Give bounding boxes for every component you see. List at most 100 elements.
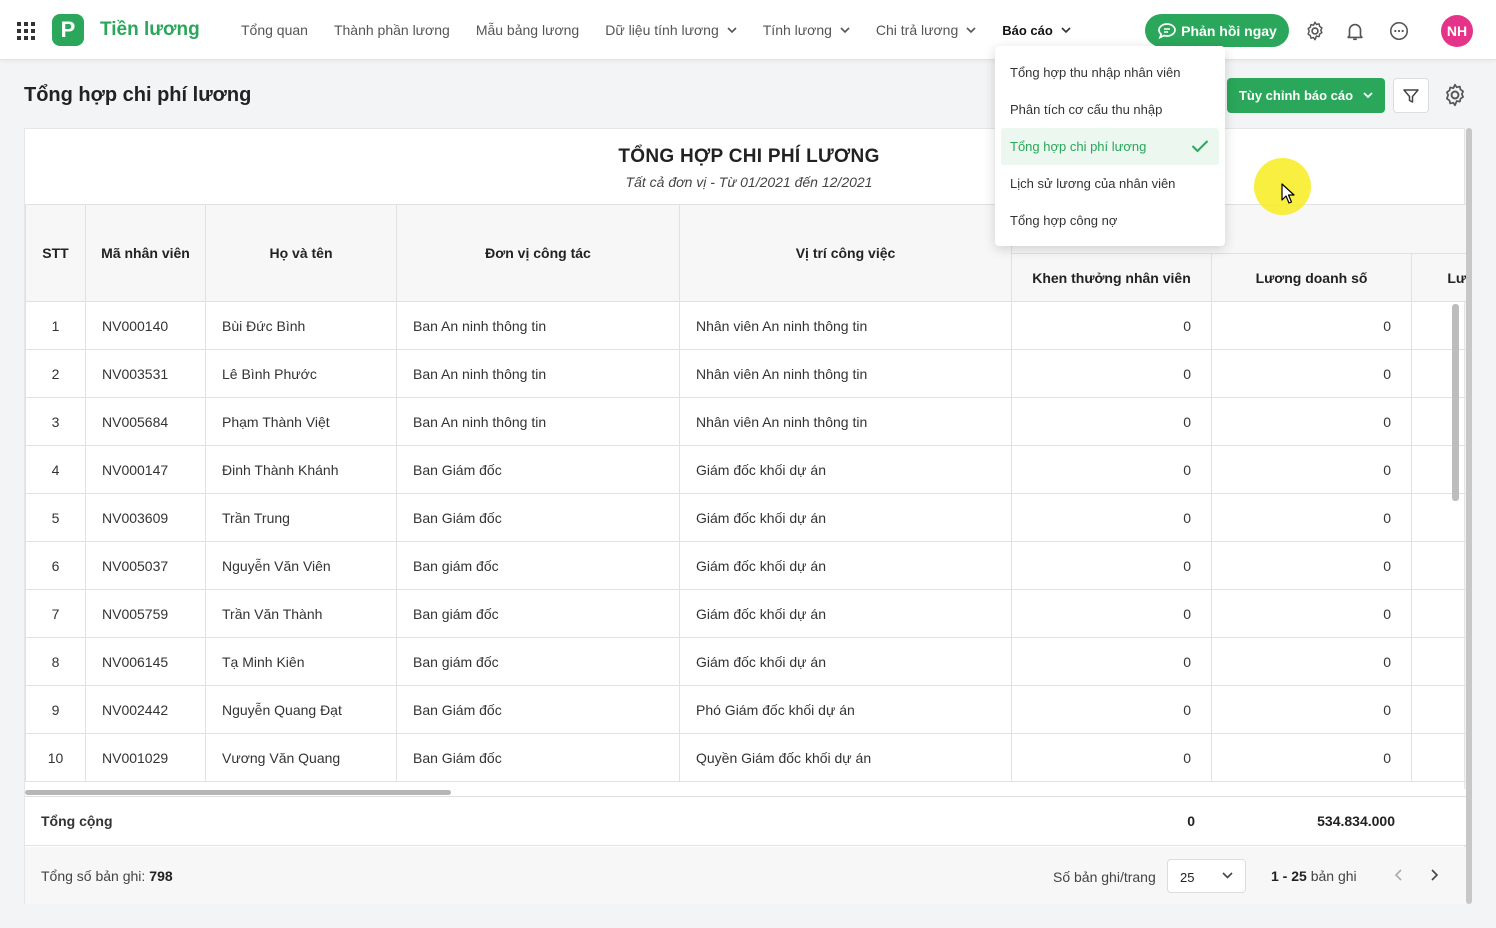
table-row[interactable]: 9 NV002442 Nguyễn Quang Đạt Ban Giám đốc Phó…	[25, 685, 1468, 734]
custom-report-button[interactable]: Tùy chỉnh báo cáo	[1227, 78, 1385, 113]
check-icon	[1191, 140, 1209, 153]
total-row: Tổng cộng 0 534.834.000	[25, 796, 1466, 846]
nav-item-payroll-data[interactable]: Dữ liệu tính lương	[605, 0, 737, 60]
table-row[interactable]: 5 NV003609 Trần Trung Ban Giám đốc Giám đốc …	[25, 493, 1468, 542]
cell-unit: Ban Giám đốc	[396, 493, 680, 542]
cell-sales-salary: 0	[1211, 493, 1412, 542]
col-header-employee-code: Mã nhân viên	[85, 204, 206, 302]
total-label: Tổng cộng	[41, 813, 113, 829]
cell-sales-salary: 0	[1211, 445, 1412, 494]
cell-unit: Ban An ninh thông tin	[396, 301, 680, 350]
page-range: 1 - 25 bản ghi	[1271, 868, 1357, 884]
cell-full-name: Đinh Thành Khánh	[205, 445, 397, 494]
feedback-label: Phản hồi ngay	[1181, 22, 1277, 39]
cell-unit: Ban Giám đốc	[396, 685, 680, 734]
nav-label: Tổng quan	[241, 22, 308, 38]
page-vertical-scrollbar[interactable]	[1466, 128, 1472, 904]
main-nav: Tổng quan Thành phần lương Mẫu bảng lươn…	[228, 0, 1084, 60]
menu-item-income-structure[interactable]: Phân tích cơ cấu thu nhập	[1001, 91, 1219, 128]
cell-full-name: Nguyễn Quang Đạt	[205, 685, 397, 734]
table-row[interactable]: 4 NV000147 Đinh Thành Khánh Ban Giám đốc Giá…	[25, 445, 1468, 494]
nav-item-calculate-salary[interactable]: Tính lương	[763, 0, 850, 60]
cell-stt: 7	[25, 589, 86, 638]
more-options-icon[interactable]	[1388, 20, 1410, 42]
cell-sales-salary: 0	[1211, 589, 1412, 638]
cell-employee-code: NV001029	[85, 733, 206, 782]
cell-employee-code: NV005684	[85, 397, 206, 446]
cell-position: Giám đốc khối dự án	[679, 493, 1012, 542]
col-header-bonus: Khen thưởng nhân viên	[1011, 253, 1212, 302]
cell-full-name: Phạm Thành Việt	[205, 397, 397, 446]
cell-sales-salary: 0	[1211, 685, 1412, 734]
app-logo[interactable]: P	[52, 14, 84, 46]
prev-page-icon[interactable]	[1391, 867, 1407, 883]
col-header-sales-salary: Lương doanh số	[1211, 253, 1412, 302]
cell-next	[1410, 733, 1468, 782]
custom-report-label: Tùy chỉnh báo cáo	[1238, 88, 1354, 103]
cell-employee-code: NV000147	[85, 445, 206, 494]
settings-icon[interactable]	[1304, 20, 1326, 42]
nav-label: Dữ liệu tính lương	[605, 22, 719, 38]
record-count: Tổng số bản ghi: 798	[41, 868, 173, 884]
table-row[interactable]: 6 NV005037 Nguyễn Văn Viên Ban giám đốc Giám…	[25, 541, 1468, 590]
cell-bonus: 0	[1011, 301, 1212, 350]
table-row[interactable]: 2 NV003531 Lê Bình Phước Ban An ninh thông …	[25, 349, 1468, 398]
cell-position: Nhân viên An ninh thông tin	[679, 349, 1012, 398]
cell-employee-code: NV000140	[85, 301, 206, 350]
app-title[interactable]: Tiền lương	[100, 19, 200, 41]
menu-item-salary-history[interactable]: Lịch sử lương của nhân viên	[1001, 165, 1219, 202]
col-header-unit: Đơn vị công tác	[396, 204, 680, 302]
nav-item-salary-components[interactable]: Thành phần lương	[334, 0, 450, 60]
nav-item-payroll-templates[interactable]: Mẫu bảng lương	[476, 0, 579, 60]
cell-sales-salary: 0	[1211, 733, 1412, 782]
table-row[interactable]: 8 NV006145 Tạ Minh Kiên Ban giám đốc Giám đố…	[25, 637, 1468, 686]
menu-item-income-summary[interactable]: Tổng hợp thu nhập nhân viên	[1001, 54, 1219, 91]
cell-unit: Ban An ninh thông tin	[396, 349, 680, 398]
per-page-select[interactable]: 25	[1167, 859, 1246, 893]
chevron-down-icon	[1363, 92, 1373, 99]
bell-icon[interactable]	[1344, 20, 1366, 42]
cell-full-name: Lê Bình Phước	[205, 349, 397, 398]
nav-item-payout[interactable]: Chi trả lương	[876, 0, 976, 60]
user-avatar[interactable]: NH	[1441, 15, 1473, 47]
cell-bonus: 0	[1011, 637, 1212, 686]
table-row[interactable]: 3 NV005684 Phạm Thành Việt Ban An ninh thôn…	[25, 397, 1468, 446]
cell-position: Nhân viên An ninh thông tin	[679, 397, 1012, 446]
next-page-icon[interactable]	[1426, 867, 1442, 883]
cell-bonus: 0	[1011, 733, 1212, 782]
nav-item-overview[interactable]: Tổng quan	[241, 0, 308, 60]
cell-position: Phó Giám đốc khối dự án	[679, 685, 1012, 734]
col-header-next: Lư	[1410, 253, 1468, 302]
mouse-cursor-icon	[1281, 183, 1295, 204]
horizontal-scrollbar-thumb[interactable]	[25, 790, 451, 795]
nav-label: Báo cáo	[1002, 22, 1053, 38]
table-row[interactable]: 1 NV000140 Bùi Đức Bình Ban An ninh thông t…	[25, 301, 1468, 350]
cell-full-name: Vương Văn Quang	[205, 733, 397, 782]
col-header-position: Vị trí công việc	[679, 204, 1012, 302]
cell-unit: Ban giám đốc	[396, 541, 680, 590]
cell-employee-code: NV006145	[85, 637, 206, 686]
cell-bonus: 0	[1011, 493, 1212, 542]
table-vertical-scrollbar[interactable]	[1452, 304, 1459, 501]
menu-item-salary-cost-summary[interactable]: Tổng hợp chi phí lương	[1001, 128, 1219, 165]
col-header-full-name: Họ và tên	[205, 204, 397, 302]
cell-full-name: Nguyễn Văn Viên	[205, 541, 397, 590]
filter-button[interactable]	[1393, 78, 1429, 113]
cell-position: Giám đốc khối dự án	[679, 589, 1012, 638]
app-grid-icon[interactable]	[17, 22, 35, 40]
cell-unit: Ban giám đốc	[396, 637, 680, 686]
cell-employee-code: NV005759	[85, 589, 206, 638]
cell-full-name: Tạ Minh Kiên	[205, 637, 397, 686]
menu-item-label: Tổng hợp công nợ	[1010, 213, 1118, 228]
total-sales-salary: 534.834.000	[1317, 813, 1395, 829]
table-row[interactable]: 10 NV001029 Vương Văn Quang Ban Giám đốc Quy…	[25, 733, 1468, 782]
table-row[interactable]: 7 NV005759 Trần Văn Thành Ban giám đốc Giám …	[25, 589, 1468, 638]
feedback-button[interactable]: Phản hồi ngay	[1145, 14, 1289, 47]
menu-item-debt-summary[interactable]: Tổng hợp công nợ	[1001, 202, 1219, 239]
cell-employee-code: NV003609	[85, 493, 206, 542]
cell-position: Nhân viên An ninh thông tin	[679, 301, 1012, 350]
cell-unit: Ban giám đốc	[396, 589, 680, 638]
cell-sales-salary: 0	[1211, 637, 1412, 686]
per-page-value: 25	[1180, 870, 1195, 885]
report-settings-icon[interactable]	[1442, 82, 1468, 108]
